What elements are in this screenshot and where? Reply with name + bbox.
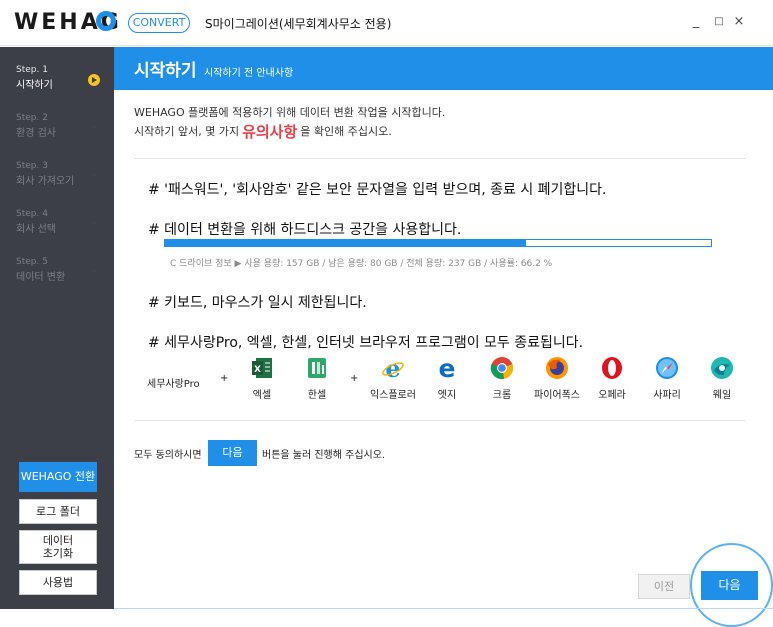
chrome-icon bbox=[490, 356, 514, 380]
step-label: 환경 검사 bbox=[16, 128, 56, 139]
sidebar-step-4[interactable]: Step. 4 회사 선택 · bbox=[0, 199, 114, 247]
agree-text: 모두 동의하시면 bbox=[134, 450, 202, 461]
convert-badge: CONVERT bbox=[128, 13, 190, 33]
inline-next-button[interactable]: 다음 bbox=[208, 440, 257, 466]
maximize-button[interactable]: □ bbox=[711, 16, 727, 27]
page-title: 시작하기 bbox=[134, 61, 197, 81]
app-safari: 사파리 bbox=[637, 356, 697, 401]
sidebar-step-1[interactable]: Step. 1 시작하기 bbox=[0, 55, 114, 103]
intro-line-2-pre: 시작하기 앞서, 몇 가지 bbox=[134, 125, 240, 138]
minimize-button[interactable]: _ bbox=[688, 14, 704, 29]
close-button[interactable]: × bbox=[731, 14, 747, 29]
data-reset-label-2: 초기화 bbox=[42, 547, 74, 560]
step-number: Step. 2 bbox=[16, 113, 48, 123]
divider bbox=[134, 420, 746, 421]
app-label: 익스플로러 bbox=[370, 390, 416, 401]
caution-emphasis: 유의사항 bbox=[242, 123, 298, 141]
app-title: S마이그레이션(세무회계사무소 전용) bbox=[205, 17, 392, 31]
disk-usage-fill bbox=[165, 240, 527, 246]
notice-input-lock: # 키보드, 마우스가 일시 제한됩니다. bbox=[148, 295, 367, 311]
intro-line-2: 시작하기 앞서, 몇 가지 유의사항 을 확인해 주십시오. bbox=[134, 121, 392, 142]
wehago-logo-mark bbox=[96, 11, 116, 31]
notice-programs-close: # 세무사랑Pro, 엑셀, 한셀, 인터넷 브라우저 프로그램이 모두 종료됩… bbox=[148, 335, 584, 351]
safari-icon bbox=[655, 356, 679, 380]
step-label: 회사 선택 bbox=[16, 224, 56, 235]
data-reset-label-1: 데이터 bbox=[42, 534, 74, 547]
app-label: 파이어폭스 bbox=[534, 390, 580, 401]
app-firefox: 파이어폭스 bbox=[527, 356, 587, 401]
app-internet-explorer: e 익스플로러 bbox=[363, 354, 423, 401]
dot-icon: · bbox=[93, 171, 96, 180]
app-hancell: 한셀 bbox=[287, 356, 347, 401]
plus-sign: + bbox=[220, 373, 229, 384]
app-label: 엑셀 bbox=[252, 390, 272, 401]
app-edge: e 엣지 bbox=[417, 354, 477, 401]
edge-icon: e bbox=[435, 354, 459, 383]
opera-icon bbox=[600, 356, 624, 380]
app-label: 엣지 bbox=[437, 390, 457, 401]
intro-line-2-post: 을 확인해 주십시오. bbox=[300, 125, 392, 138]
disk-usage-bar bbox=[164, 239, 712, 247]
window-bottom-border bbox=[114, 608, 773, 609]
step-number: Step. 4 bbox=[16, 209, 48, 219]
step-number: Step. 5 bbox=[16, 257, 48, 267]
sidebar-step-3[interactable]: Step. 3 회사 가져오기 · bbox=[0, 151, 114, 199]
sidebar-step-5[interactable]: Step. 5 데이터 변환 · bbox=[0, 247, 114, 295]
data-reset-button[interactable]: 데이터 초기화 bbox=[19, 530, 97, 564]
app-label: 웨일 bbox=[712, 390, 732, 401]
whale-icon bbox=[710, 356, 734, 380]
app-whale: 웨일 bbox=[692, 356, 752, 401]
excel-icon: X bbox=[250, 356, 274, 380]
app-label: 사파리 bbox=[653, 390, 681, 401]
wehago-switch-button[interactable]: WEHAGO 전환 bbox=[19, 462, 97, 492]
usage-button[interactable]: 사용법 bbox=[19, 570, 97, 595]
step-number: Step. 1 bbox=[16, 65, 48, 75]
hancell-icon bbox=[305, 356, 329, 380]
log-folder-button[interactable]: 로그 폴더 bbox=[19, 499, 97, 524]
app-window: WEHAG CONVERT S마이그레이션(세무회계사무소 전용) _ □ × … bbox=[0, 0, 773, 627]
divider bbox=[134, 158, 746, 159]
title-bar: WEHAG CONVERT S마이그레이션(세무회계사무소 전용) _ □ × bbox=[0, 0, 773, 46]
svg-text:e: e bbox=[439, 356, 456, 380]
sidebar-step-2[interactable]: Step. 2 환경 검사 · bbox=[0, 103, 114, 151]
next-button[interactable]: 다음 bbox=[701, 571, 758, 600]
firefox-icon bbox=[545, 356, 569, 380]
sidebar: Step. 1 시작하기 Step. 2 환경 검사 · Step. 3 회사 … bbox=[0, 47, 114, 609]
step-label: 데이터 변환 bbox=[16, 272, 66, 283]
internet-explorer-icon: e bbox=[381, 354, 405, 383]
semusarang-pro-label: 세무사랑Pro bbox=[147, 379, 200, 390]
agree-text-post: 버튼을 눌러 진행해 주십시오. bbox=[262, 450, 386, 461]
app-excel: X 엑셀 bbox=[232, 356, 292, 401]
step-label: 회사 가져오기 bbox=[16, 176, 75, 187]
app-opera: 오페라 bbox=[582, 356, 642, 401]
app-label: 한셀 bbox=[307, 390, 327, 401]
dot-icon: · bbox=[93, 123, 96, 132]
svg-text:X: X bbox=[254, 365, 261, 375]
main-header: 시작하기 시작하기 전 안내사항 bbox=[114, 47, 773, 90]
plus-sign: + bbox=[350, 373, 359, 384]
notice-security: # '패스워드', '회사암호' 같은 보안 문자열을 입력 받으며, 종료 시… bbox=[148, 182, 607, 198]
app-chrome: 크롬 bbox=[472, 356, 532, 401]
app-label: 오페라 bbox=[598, 390, 626, 401]
step-label: 시작하기 bbox=[16, 80, 53, 91]
dot-icon: · bbox=[93, 267, 96, 276]
prev-button[interactable]: 이전 bbox=[638, 574, 690, 599]
notice-disk: # 데이터 변환을 위해 하드디스크 공간을 사용합니다. bbox=[148, 222, 462, 238]
page-subtitle: 시작하기 전 안내사항 bbox=[204, 68, 294, 79]
intro-line-1: WEHAGO 플랫폼에 적용하기 위해 데이터 변환 작업을 시작합니다. bbox=[134, 106, 446, 119]
step-number: Step. 3 bbox=[16, 161, 48, 171]
app-label: 크롬 bbox=[492, 390, 512, 401]
play-icon bbox=[88, 74, 100, 86]
dot-icon: · bbox=[93, 219, 96, 228]
disk-info: C 드라이브 정보 ▶ 사용 용량: 157 GB / 남은 용량: 80 GB… bbox=[170, 259, 553, 269]
